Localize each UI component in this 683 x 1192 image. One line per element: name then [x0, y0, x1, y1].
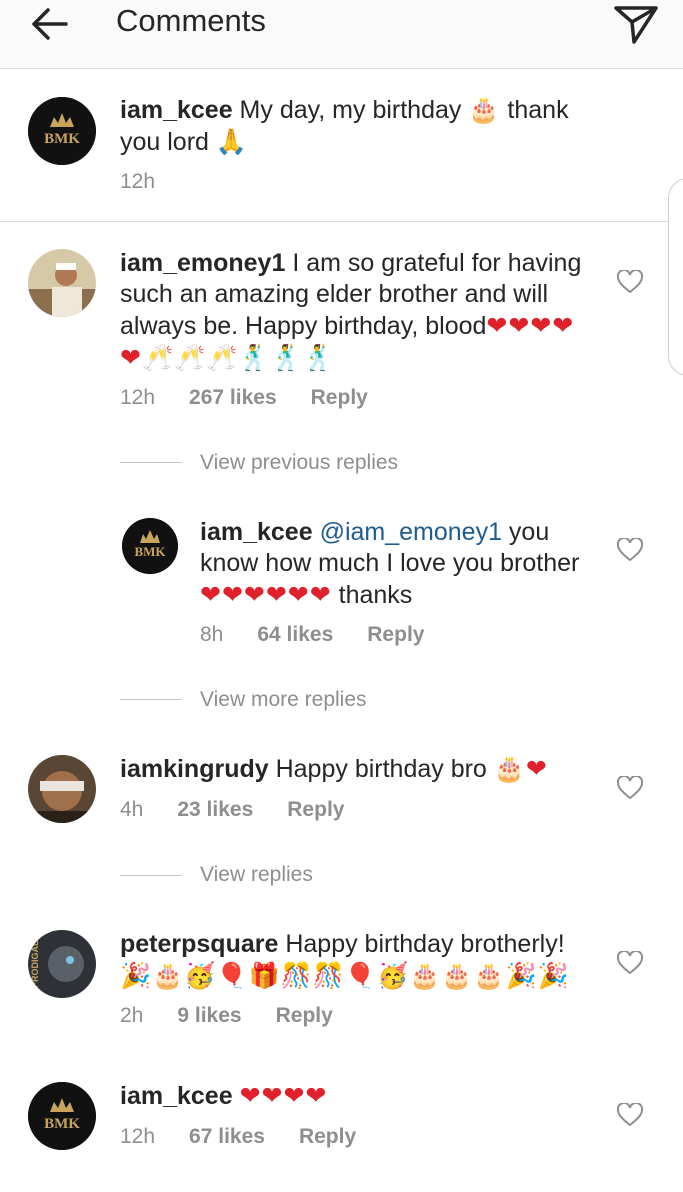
svg-text:BMK: BMK — [44, 131, 80, 147]
username-link[interactable]: iam_kcee — [120, 1082, 233, 1110]
reply-button[interactable]: Reply — [276, 1004, 333, 1027]
timestamp: 8h — [200, 623, 224, 646]
reply-button[interactable]: Reply — [287, 798, 344, 821]
comment-text: iam_kcee ❤❤❤❤ — [120, 1080, 585, 1112]
post-caption: BMK iam_kcee My day, my birthday 🎂 thank… — [0, 69, 683, 222]
like-heart-icon[interactable] — [617, 270, 643, 294]
reply-item: BMK iam_kcee @iam_emoney1 you know how m… — [0, 505, 683, 665]
svg-text:BMK: BMK — [44, 1116, 80, 1132]
comment-text: iamkingrudy Happy birthday bro 🎂❤ — [120, 754, 548, 783]
likes-count[interactable]: 267 likes — [189, 386, 277, 409]
caption-meta: 12h — [120, 170, 189, 194]
avatar[interactable]: BMK — [28, 1082, 96, 1150]
divider — [120, 699, 182, 700]
timestamp: 4h — [120, 798, 144, 821]
profile-photo: PRODIGAL — [28, 930, 96, 998]
username-link[interactable]: iam_kcee — [200, 518, 313, 546]
timestamp: 12h — [120, 170, 156, 193]
comment-item: iamkingrudy Happy birthday bro 🎂❤ 4h 23 l… — [0, 740, 683, 850]
back-arrow-icon[interactable] — [24, 4, 70, 44]
likes-count[interactable]: 64 likes — [257, 623, 333, 646]
red-heart-emoji: ❤❤❤❤❤❤ — [200, 580, 332, 609]
cake-emoji: 🎂 — [468, 95, 501, 124]
send-icon[interactable] — [610, 2, 662, 46]
red-heart-emoji: ❤❤❤❤ — [239, 1081, 328, 1110]
avatar[interactable] — [28, 249, 96, 317]
svg-text:BMK: BMK — [134, 544, 166, 559]
avatar[interactable]: BMK — [28, 97, 96, 165]
party-emojis: 🎉🎂🥳🎈🎁🎊🎊🎈🥳🎂🎂🎂🎉🎉 — [120, 961, 570, 990]
like-heart-icon[interactable] — [617, 776, 643, 800]
page-title: Comments — [116, 3, 266, 38]
divider — [120, 875, 182, 876]
avatar[interactable]: BMK — [122, 518, 178, 574]
username-link[interactable]: iam_emoney1 — [120, 249, 285, 277]
red-heart-emoji: ❤ — [525, 754, 548, 783]
timestamp: 12h — [120, 1125, 156, 1148]
comment-meta: 12h 267 likes Reply — [120, 386, 402, 410]
view-replies-button[interactable]: View replies — [200, 863, 313, 887]
champagne-glass-emoji: 🥂🥂🥂 — [141, 343, 239, 372]
reply-button[interactable]: Reply — [311, 386, 368, 409]
username-link[interactable]: iamkingrudy — [120, 755, 269, 783]
view-more-replies-button[interactable]: View more replies — [200, 688, 367, 712]
comment-meta: 4h 23 likes Reply — [120, 798, 378, 822]
like-heart-icon[interactable] — [617, 1103, 643, 1127]
like-heart-icon[interactable] — [617, 538, 643, 562]
like-heart-icon[interactable] — [617, 951, 643, 975]
reply-button[interactable]: Reply — [367, 623, 424, 646]
bmk-logo-icon: BMK — [28, 97, 96, 165]
reply-text: iam_kcee @iam_emoney1 you know how much … — [200, 518, 580, 609]
likes-count[interactable]: 23 likes — [177, 798, 253, 821]
dancer-emoji: 🕺🕺🕺 — [238, 343, 335, 372]
comment-text: peterpsquare Happy birthday brotherly! 🎉🎂… — [120, 930, 570, 990]
caption-text: iam_kcee My day, my birthday 🎂 thank you… — [120, 95, 569, 156]
timestamp: 12h — [120, 386, 156, 409]
profile-photo — [28, 249, 96, 317]
comment-item: PRODIGAL peterpsquare Happy birthday bro… — [0, 916, 683, 1056]
divider — [120, 462, 182, 463]
reply-meta: 8h 64 likes Reply — [200, 623, 458, 647]
svg-text:PRODIGAL: PRODIGAL — [30, 940, 40, 988]
view-previous-replies-button[interactable]: View previous replies — [200, 451, 398, 475]
username-link[interactable]: peterpsquare — [120, 930, 278, 958]
comment-item: BMK iam_kcee ❤❤❤❤ 12h 67 likes Reply — [0, 1066, 683, 1186]
timestamp: 2h — [120, 1004, 144, 1027]
comment-meta: 12h 67 likes Reply — [120, 1125, 390, 1149]
reply-button[interactable]: Reply — [299, 1125, 356, 1148]
comment-text: iam_emoney1 I am so grateful for having … — [120, 249, 582, 372]
praying-hands-emoji: 🙏 — [215, 127, 249, 156]
comment-meta: 2h 9 likes Reply — [120, 1004, 367, 1028]
likes-count[interactable]: 67 likes — [189, 1125, 265, 1148]
mention-link[interactable]: @iam_emoney1 — [320, 518, 502, 546]
cake-emoji: 🎂 — [493, 754, 526, 783]
bmk-logo-icon: BMK — [28, 1082, 96, 1150]
likes-count[interactable]: 9 likes — [177, 1004, 241, 1027]
comment-item: iam_emoney1 I am so grateful for having … — [0, 221, 683, 421]
avatar[interactable]: PRODIGAL — [28, 930, 96, 998]
top-bar: Comments — [0, 0, 683, 69]
username-link[interactable]: iam_kcee — [120, 96, 233, 124]
profile-photo — [28, 755, 96, 823]
avatar[interactable] — [28, 755, 96, 823]
bmk-logo-icon: BMK — [122, 518, 178, 574]
